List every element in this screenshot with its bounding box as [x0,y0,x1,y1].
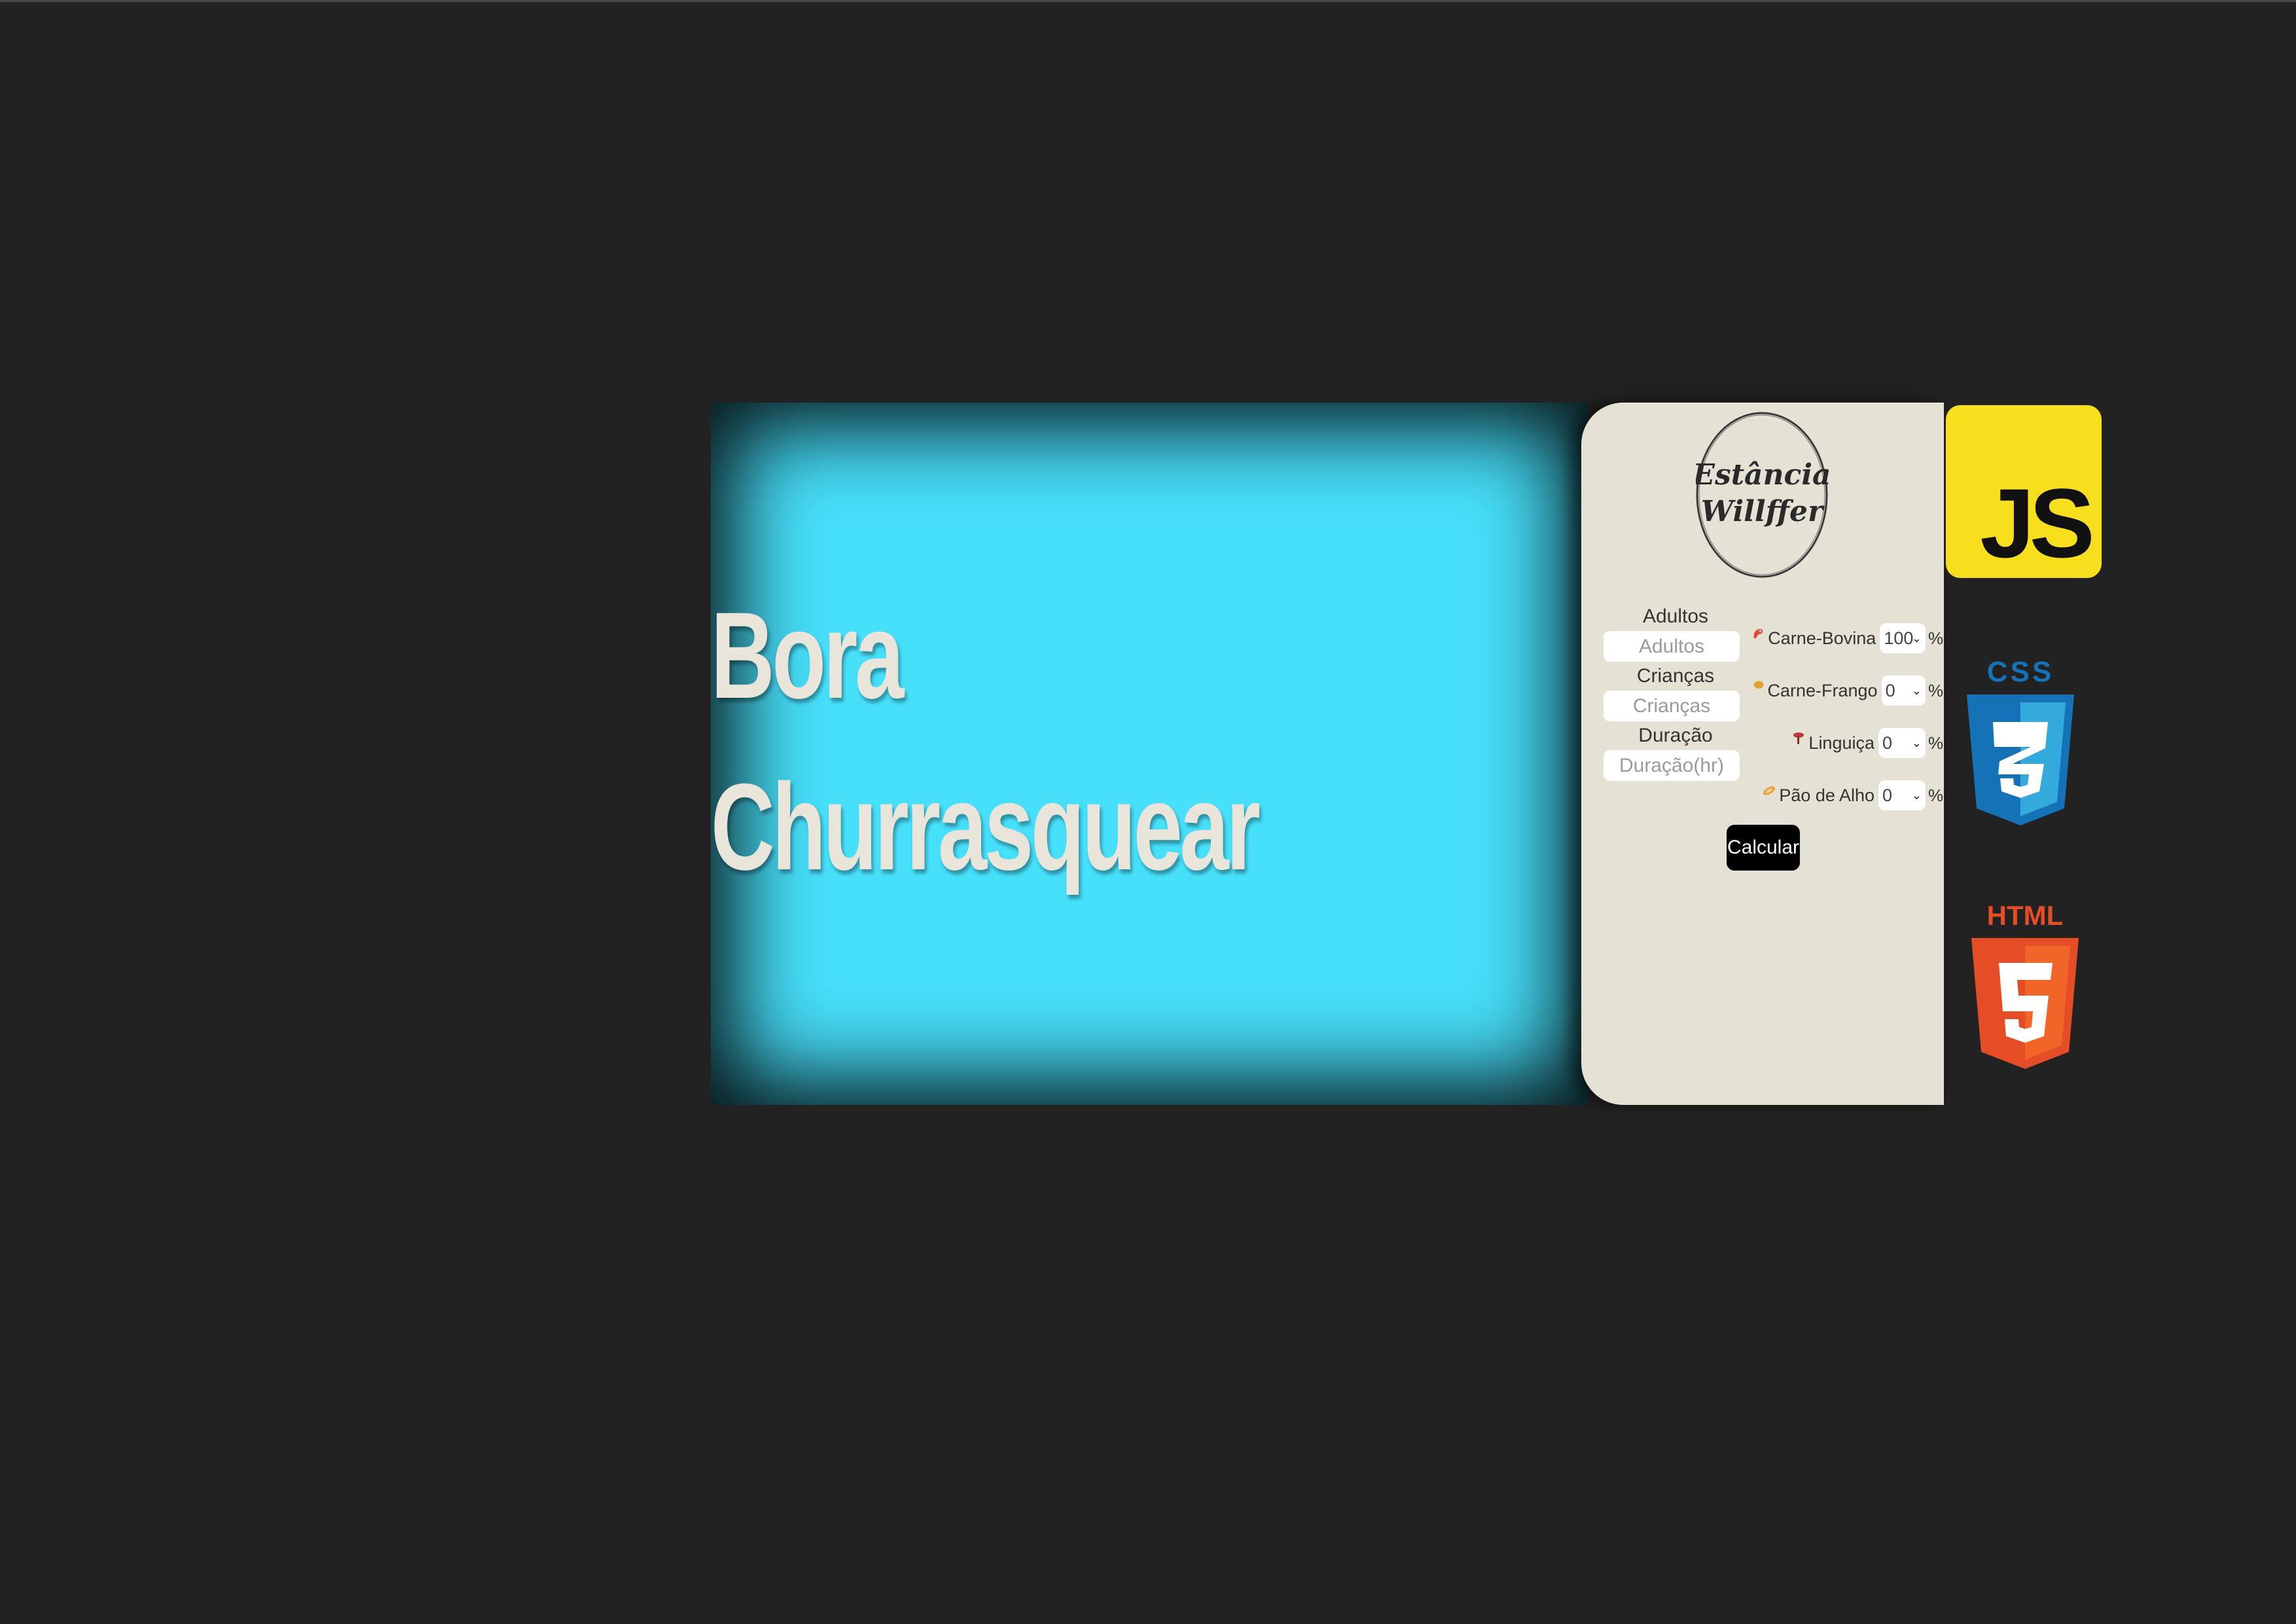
guest-inputs: Adultos Crianças Duração [1604,602,1741,781]
adults-input[interactable] [1604,631,1740,662]
meat-label-chicken: Carne-Frango [1767,680,1878,700]
garlic-bread-icon [1762,784,1776,798]
duration-input[interactable] [1604,750,1740,781]
css3-logo-icon: CSS [1965,657,2075,828]
hero-title: Bora Churrasquear [711,569,1261,912]
chevron-down-icon: ⌄ [1911,684,1922,697]
beef-percentage-select[interactable]: 100 ⌄ [1880,623,1926,653]
garlic-bread-percentage-value: 0 [1882,785,1893,805]
meat-row-beef: Carne-Bovina 100 ⌄ % [1751,612,1944,664]
chevron-down-icon: ⌄ [1911,736,1922,749]
hero-title-line-2: Churrasquear [711,758,1261,895]
percent-unit: % [1928,628,1944,648]
chicken-leg-icon [1751,679,1765,693]
beef-icon [1751,626,1765,641]
javascript-logo-icon: JS [1946,405,2102,578]
meat-label-sausage: Linguiça [1808,732,1874,753]
meat-distribution: Carne-Bovina 100 ⌄ % Carne-Frango 0 ⌄ % Li… [1751,612,1944,821]
app-container: Bora Churrasquear Estância Willffer Adult… [711,403,1944,1105]
meat-label-garlic-bread: Pão de Alho [1779,785,1874,805]
percent-unit: % [1928,785,1944,805]
window-top-edge [0,0,2296,2]
calculate-button[interactable]: Calcular [1727,825,1800,871]
logo-line-2: Willffer [1701,495,1825,528]
js-badge-text: JS [1980,468,2091,578]
meat-row-sausage: Linguiça 0 ⌄ % [1751,717,1944,769]
garlic-bread-percentage-select[interactable]: 0 ⌄ [1878,780,1926,810]
meat-row-garlic-bread: Pão de Alho 0 ⌄ % [1751,769,1944,821]
percent-unit: % [1928,680,1944,700]
beef-percentage-value: 100 [1884,628,1914,648]
estancia-logo: Estância Willffer [1691,411,1831,578]
logo-emblem: Estância Willffer [1691,412,1831,578]
chevron-down-icon: ⌄ [1911,789,1922,802]
children-input[interactable] [1604,691,1740,721]
chicken-percentage-select[interactable]: 0 ⌄ [1881,676,1926,706]
sausage-percentage-select[interactable]: 0 ⌄ [1878,728,1926,758]
chevron-down-icon: ⌄ [1911,632,1922,645]
meat-label-beef: Carne-Bovina [1768,628,1876,648]
adults-label: Adultos [1642,605,1709,627]
html5-logo-icon: HTML [1970,900,2080,1072]
chicken-percentage-value: 0 [1885,681,1895,700]
hero-banner: Bora Churrasquear [711,403,1588,1105]
calculator-panel: Estância Willffer Adultos Crianças Duraç… [1581,403,1944,1105]
percent-unit: % [1928,732,1944,753]
hero-title-line-1: Bora [711,586,904,724]
duration-label: Duração [1638,725,1713,746]
meat-row-chicken: Carne-Frango 0 ⌄ % [1751,664,1944,717]
logo-line-1: Estância [1696,458,1829,492]
sausage-percentage-value: 0 [1882,733,1893,753]
html-badge-text: HTML [1987,900,2064,931]
children-label: Crianças [1636,665,1715,687]
css-badge-text: CSS [1987,657,2054,688]
sausage-icon [1791,731,1806,746]
